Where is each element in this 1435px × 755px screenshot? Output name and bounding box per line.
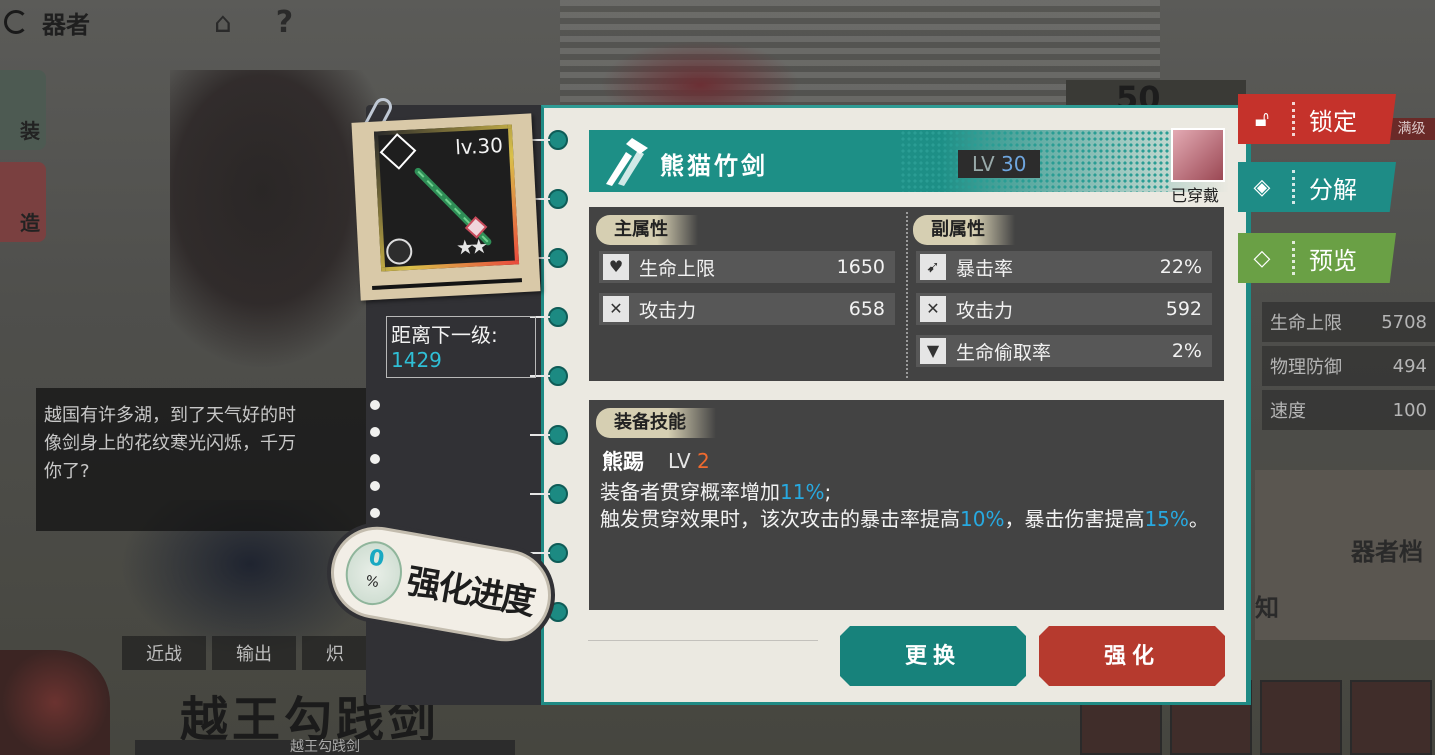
item-level: lv.30	[454, 132, 504, 160]
tab-equip[interactable]: 装	[0, 70, 46, 150]
item-card: lv.30 ★★	[351, 113, 541, 301]
lock-label: 锁定	[1309, 107, 1357, 136]
stat-row: 生命上限 5708	[1262, 302, 1435, 342]
crossed-swords-icon: ✕	[603, 296, 629, 322]
help-icon[interactable]: ?	[276, 5, 293, 40]
next-level-box: 距离下一级: 1429	[386, 316, 536, 378]
swap-button[interactable]: 更换	[840, 626, 1026, 686]
character-stats: 生命上限 5708 物理防御 494 速度 100	[1262, 302, 1435, 434]
skill-level: LV 2	[668, 449, 710, 473]
skill-title: 装备技能	[596, 408, 716, 438]
main-attr-title: 主属性	[596, 215, 698, 245]
main-attr-row-hp: ♥ 生命上限 1650	[599, 251, 895, 283]
role-tags: 近战 输出 炽	[122, 636, 368, 670]
home-icon[interactable]: ⌂	[214, 6, 232, 39]
stat-row: 物理防御 494	[1262, 346, 1435, 386]
item-exp-bar	[372, 278, 523, 290]
preview-label: 预览	[1309, 246, 1357, 275]
next-level-value: 1429	[391, 348, 442, 372]
skill-description: 装备者贯穿概率增加11%; 触发贯穿效果时，该次攻击的暴击率提高10%，暴击伤害…	[600, 480, 1209, 531]
progress-label: 强化进度	[403, 561, 537, 623]
app-title: 器者	[42, 9, 90, 39]
item-frame: lv.30 ★★	[373, 124, 520, 272]
decompose-label: 分解	[1309, 175, 1357, 204]
progress-circle: 0 %	[340, 536, 407, 610]
sub-attr-title: 副属性	[913, 215, 1015, 245]
preview-icon: ◇	[1253, 245, 1271, 271]
binder-rings	[530, 130, 568, 661]
decompose-icon: ◈	[1253, 174, 1271, 200]
lv-label: LV	[972, 152, 995, 176]
lock-button[interactable]: 🔓︎ 锁定	[1238, 94, 1396, 144]
upgrade-button[interactable]: 强化	[1039, 626, 1225, 686]
character-subtitle: 越王勾践剑	[135, 740, 515, 755]
decompose-button[interactable]: ◈ 分解	[1238, 162, 1396, 212]
profile-card-text: 知	[1255, 593, 1279, 622]
worn-label: 已穿戴	[1171, 186, 1220, 205]
preview-button[interactable]: ◇ 预览	[1238, 233, 1396, 283]
lore-text: 越国有许多湖，到了天气好的时 像剑身上的花纹寒光闪烁，千万 你了?	[36, 388, 366, 531]
role-dps: 输出	[212, 636, 296, 670]
bamboo-sword-icon	[414, 167, 492, 246]
role-melee: 近战	[122, 636, 206, 670]
sub-attr-row-lifesteal: ▼ 生命偷取率 2%	[916, 335, 1212, 367]
back-icon[interactable]	[4, 10, 28, 34]
profile-card-title: 器者档	[1351, 537, 1423, 566]
skill-thumb	[1260, 680, 1342, 755]
class-badge-icon	[0, 650, 110, 755]
main-attr-row-atk: ✕ 攻击力 658	[599, 293, 895, 325]
profile-card: 器者档 知	[1255, 470, 1435, 640]
next-level-label: 距离下一级:	[391, 323, 498, 347]
item-lv-badge: LV 30	[958, 150, 1040, 178]
stat-row: 速度 100	[1262, 390, 1435, 430]
crossed-swords-icon: ✕	[920, 296, 946, 322]
heart-shield-icon: ♥	[603, 254, 629, 280]
top-bar: 器者 ⌂ ?	[0, 0, 330, 44]
skill-name: 熊踢	[602, 449, 644, 474]
item-stars: ★★	[455, 234, 485, 260]
lock-icon: 🔓︎	[1254, 106, 1270, 132]
sword-class-icon	[606, 138, 648, 186]
lv-value: 30	[1001, 152, 1027, 176]
tab-forge[interactable]: 造	[0, 162, 46, 242]
attr-divider	[906, 212, 908, 378]
fang-icon: ▼	[920, 338, 946, 364]
sub-attr-row-atk: ✕ 攻击力 592	[916, 293, 1212, 325]
wearer-avatar[interactable]	[1171, 128, 1225, 182]
role-third: 炽	[302, 636, 368, 670]
crit-arrow-icon: ➹	[920, 254, 946, 280]
decorative-stamps	[588, 640, 818, 684]
skill-thumb	[1350, 680, 1432, 755]
left-tabs: 装 造	[0, 70, 46, 254]
max-level-tag: 满级	[1388, 118, 1435, 140]
item-type-icon	[385, 237, 413, 266]
sub-attr-row-crit: ➹ 暴击率 22%	[916, 251, 1212, 283]
item-name: 熊猫竹剑	[660, 151, 768, 180]
